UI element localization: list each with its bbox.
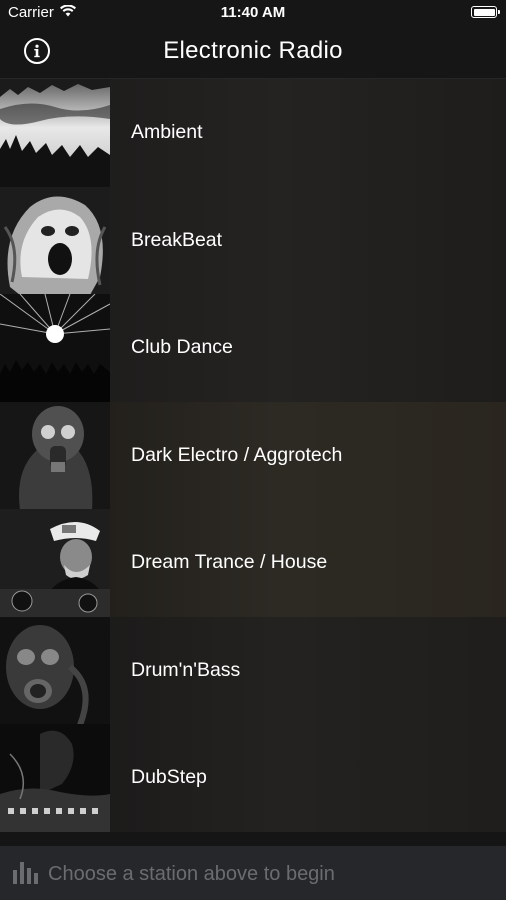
station-row-dark-electro[interactable]: Dark Electro / Aggrotech <box>0 401 506 509</box>
station-row-dream-trance[interactable]: Dream Trance / House <box>0 509 506 617</box>
page-title: Electronic Radio <box>163 37 343 64</box>
station-row-dubstep[interactable]: DubStep <box>0 724 506 832</box>
navigation-bar: Electronic Radio <box>0 26 506 79</box>
station-name: Drum'n'Bass <box>131 658 241 681</box>
station-row-club-dance[interactable]: Club Dance <box>0 294 506 402</box>
station-name: BreakBeat <box>131 228 223 251</box>
station-list: Ambient BreakBeat Club Dance Dark Electr… <box>0 79 506 845</box>
station-row-ambient[interactable]: Ambient <box>0 79 506 187</box>
station-name: Ambient <box>131 121 203 144</box>
station-name: Dream Trance / House <box>131 551 328 574</box>
station-name: Club Dance <box>131 336 233 359</box>
gas-mask-closeup-image <box>0 616 110 724</box>
club-lights-crowd-image <box>0 294 110 402</box>
app-screen: Carrier 11:40 AM Electronic Radio Ambien… <box>0 0 506 900</box>
player-bar[interactable]: Choose a station above to begin <box>0 846 506 900</box>
gas-mask-figure-image <box>0 401 110 509</box>
station-name: Dark Electro / Aggrotech <box>131 443 343 466</box>
misty-forest-image <box>0 79 110 187</box>
equalizer-bars-icon <box>13 862 39 889</box>
station-row-drum-n-bass[interactable]: Drum'n'Bass <box>0 616 506 724</box>
player-status-text: Choose a station above to begin <box>48 863 335 885</box>
station-name: DubStep <box>131 766 207 789</box>
dj-captain-hat-image <box>0 509 110 617</box>
screaming-face-image <box>0 186 110 294</box>
status-bar: Carrier 11:40 AM <box>0 0 506 26</box>
battery-icon <box>471 6 500 18</box>
status-time: 11:40 AM <box>220 4 286 21</box>
dj-mixer-image <box>0 724 110 832</box>
station-row-breakbeat[interactable]: BreakBeat <box>0 186 506 294</box>
